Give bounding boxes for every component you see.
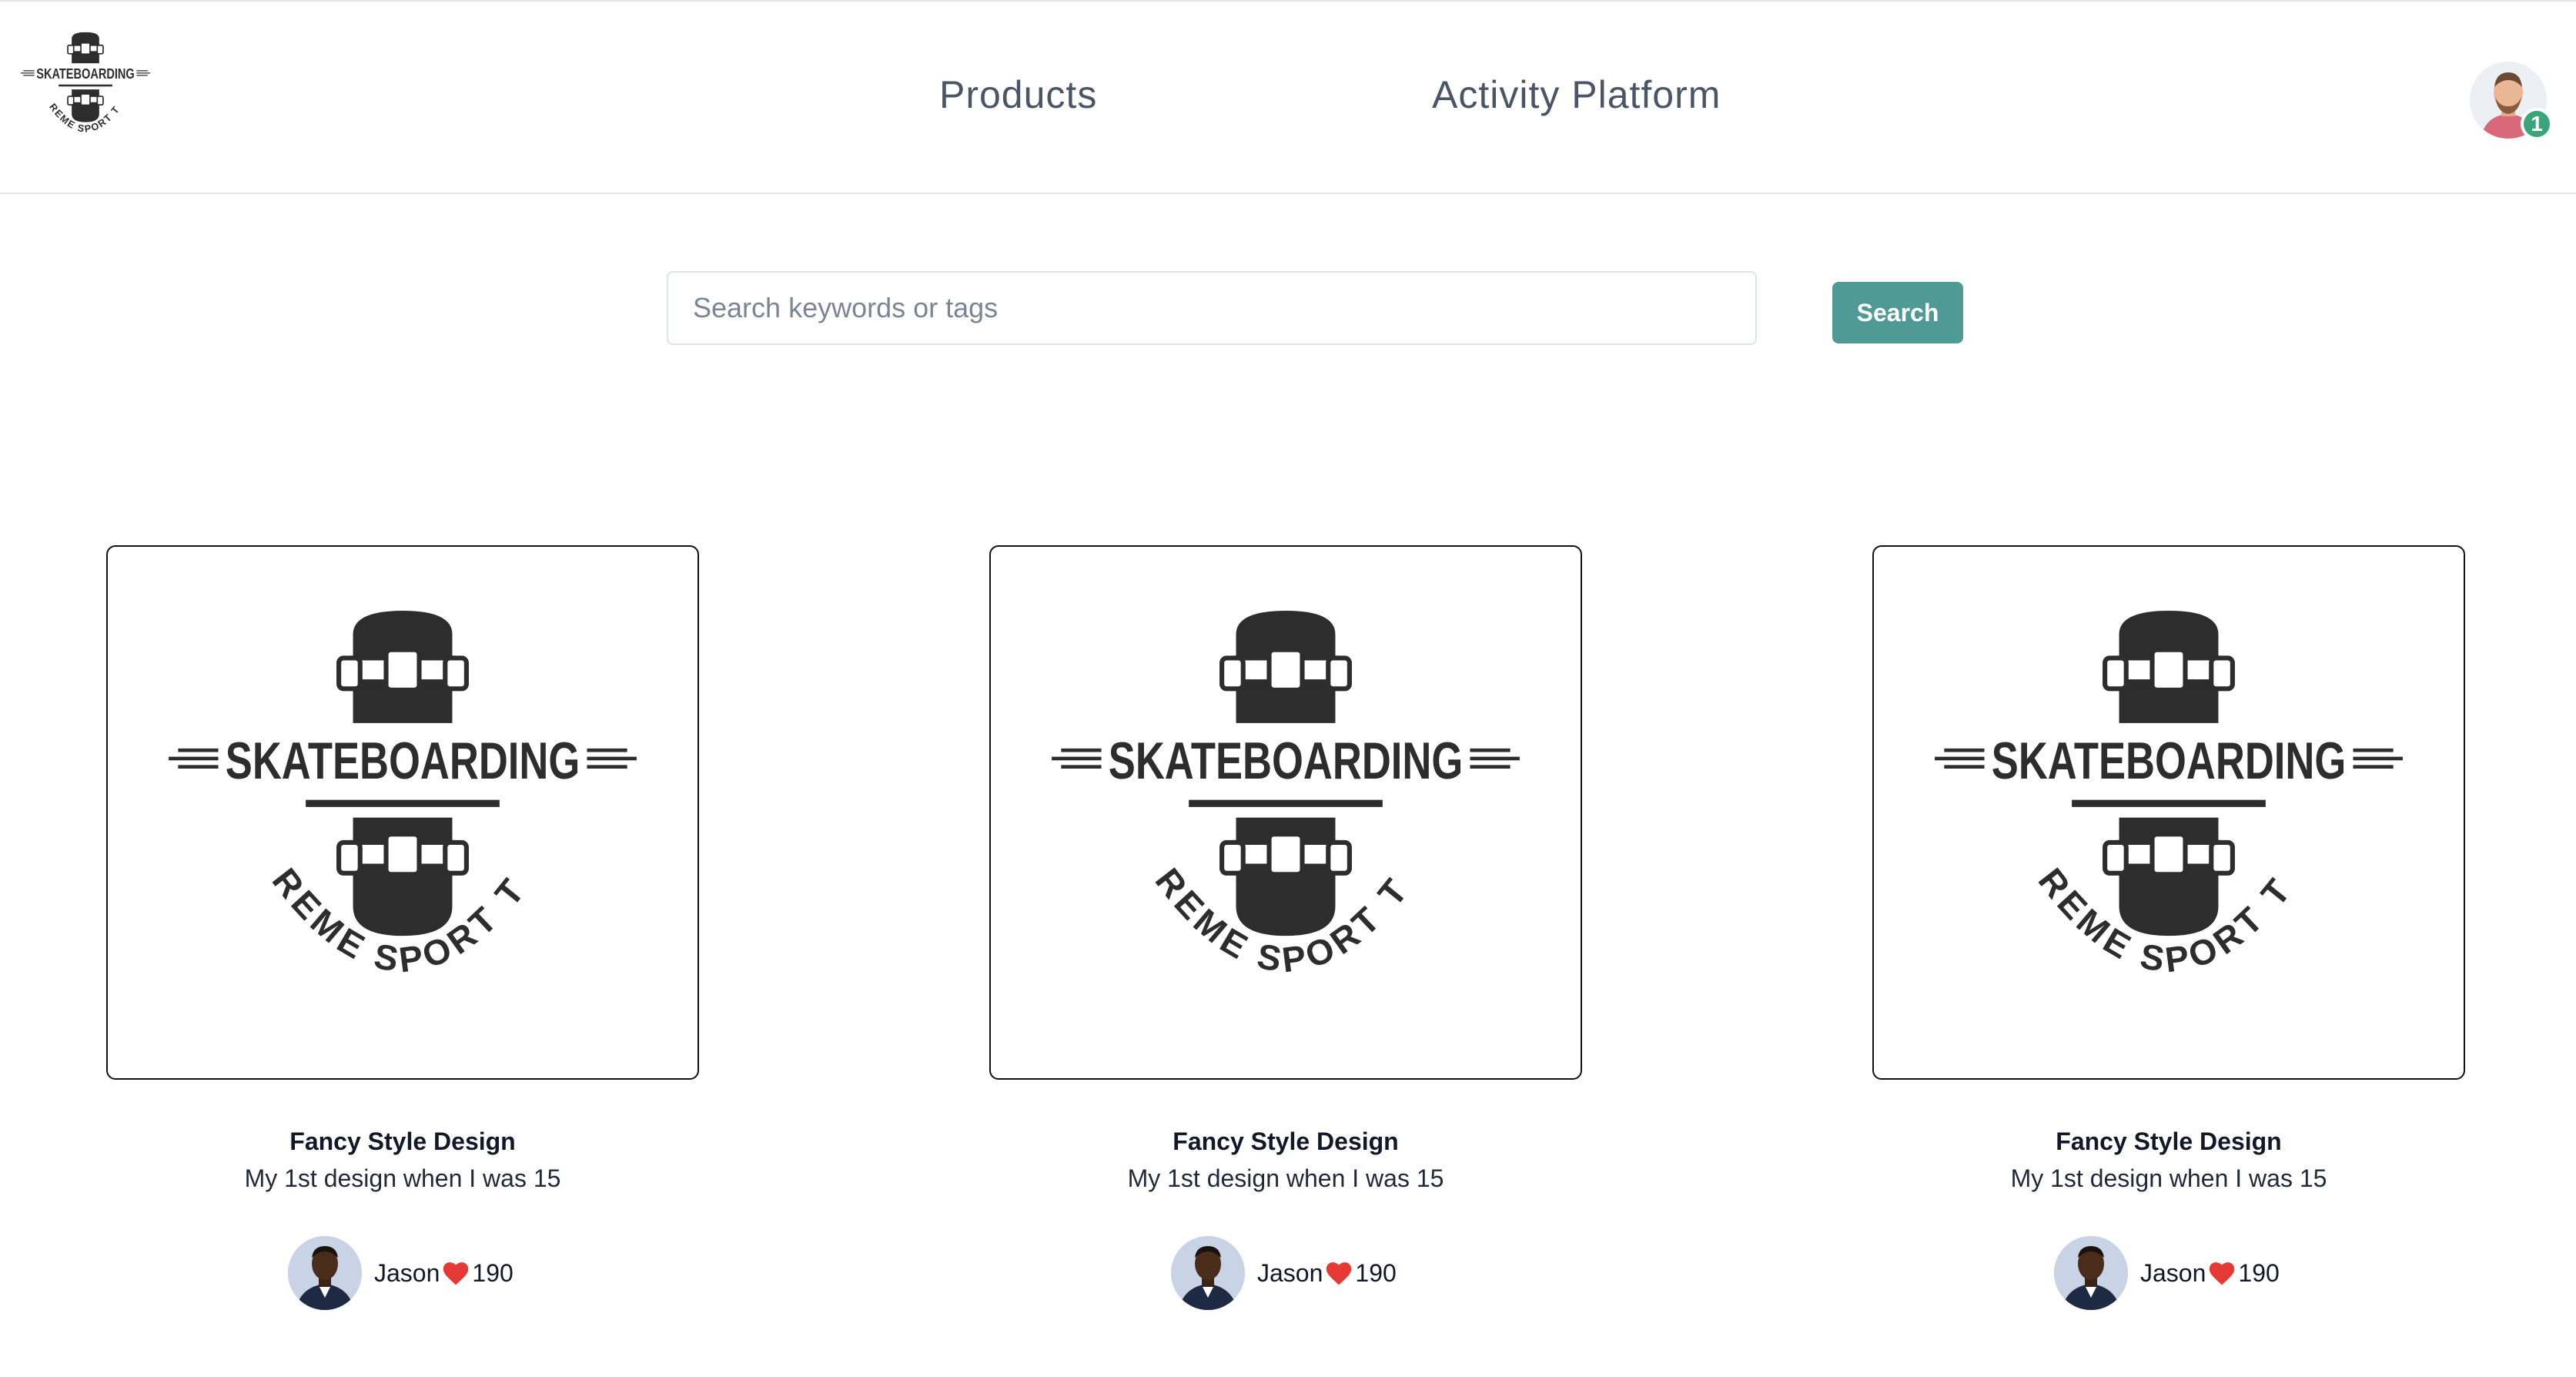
search-input[interactable] — [667, 271, 1757, 345]
skateboarding-logo-image — [1874, 547, 2464, 1078]
nav-products[interactable]: Products — [939, 72, 1097, 117]
card-description: My 1st design when I was 15 — [2010, 1164, 2327, 1192]
notification-badge[interactable]: 1 — [2521, 108, 2553, 140]
design-image[interactable] — [989, 545, 1582, 1080]
author-avatar[interactable] — [2054, 1236, 2128, 1310]
skateboarding-logo-image — [991, 547, 1581, 1078]
author-avatar[interactable] — [1171, 1236, 1245, 1310]
card-description: My 1st design when I was 15 — [1127, 1164, 1444, 1192]
card-title: Fancy Style Design — [2056, 1127, 2282, 1155]
card-author-row: Jason 190 — [1171, 1235, 1397, 1312]
like-count: 190 — [1355, 1258, 1397, 1287]
design-card: Fancy Style Design My 1st design when I … — [106, 545, 699, 1315]
author-name[interactable]: Jason — [374, 1259, 440, 1288]
card-title: Fancy Style Design — [289, 1127, 516, 1155]
author-name[interactable]: Jason — [2140, 1259, 2206, 1288]
design-image[interactable] — [106, 545, 699, 1080]
card-description: My 1st design when I was 15 — [244, 1164, 561, 1192]
search-button[interactable]: Search — [1832, 282, 1963, 343]
card-author-row: Jason 190 — [2054, 1235, 2280, 1312]
design-card: Fancy Style Design My 1st design when I … — [1872, 545, 2465, 1315]
card-title: Fancy Style Design — [1173, 1127, 1399, 1155]
heart-icon[interactable] — [1324, 1260, 1353, 1286]
skateboarding-logo[interactable] — [20, 20, 151, 156]
heart-icon[interactable] — [2207, 1260, 2236, 1286]
design-image[interactable] — [1872, 545, 2465, 1080]
heart-icon[interactable] — [441, 1260, 470, 1286]
like-count: 190 — [2238, 1258, 2280, 1287]
skateboard-logo-graphic — [20, 20, 151, 156]
card-author-row: Jason 190 — [288, 1235, 514, 1312]
like-count: 190 — [472, 1258, 514, 1287]
nav-activity-platform[interactable]: Activity Platform — [1432, 72, 1721, 117]
design-card: Fancy Style Design My 1st design when I … — [989, 545, 1582, 1315]
user-menu[interactable]: 1 — [2470, 62, 2553, 142]
author-name[interactable]: Jason — [1257, 1259, 1323, 1288]
author-avatar[interactable] — [288, 1236, 362, 1310]
top-navbar: Products Activity Platform 1 — [0, 0, 2576, 194]
skateboarding-logo-image — [108, 547, 698, 1078]
